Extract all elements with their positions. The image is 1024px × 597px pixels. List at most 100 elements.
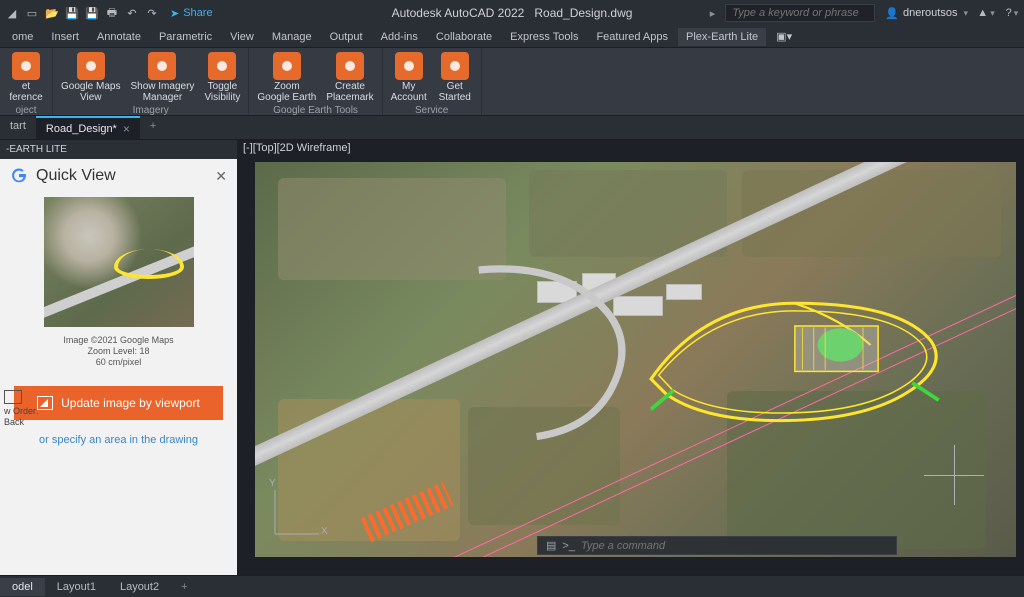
save-icon[interactable]: 💾 [64, 5, 80, 21]
drawing-viewport[interactable]: [-][Top][2D Wireframe] [237, 140, 1024, 575]
user-name: dneroutsos [903, 7, 957, 19]
user-icon: 👤 [885, 7, 899, 20]
close-icon[interactable]: ✕ [215, 168, 227, 185]
ribbon-button-label: Toggle Visibility [204, 81, 240, 103]
menu-tab-view[interactable]: View [222, 28, 262, 46]
share-label: Share [183, 7, 212, 19]
ribbon-button-label: Zoom Google Earth [257, 81, 316, 103]
menu-tab-annotate[interactable]: Annotate [89, 28, 149, 46]
ribbon-button-label: et ference [9, 81, 42, 103]
ribbon-button-toggle[interactable]: Toggle Visibility [200, 50, 244, 105]
title-bar: ◢ ▭ 📂 💾 💾 🖶 ↶ ↷ ➤ Share Autodesk AutoCAD… [0, 0, 1024, 26]
redo-icon[interactable]: ↷ [144, 5, 160, 21]
share-icon: ➤ [170, 7, 179, 20]
menu-tab-express-tools[interactable]: Express Tools [502, 28, 586, 46]
ribbon-panel: et ference oject Google Maps View Show Imag… [0, 48, 1024, 116]
start-tab[interactable]: tart [0, 116, 36, 139]
menu-tab-collaborate[interactable]: Collaborate [428, 28, 500, 46]
layout-tabs: odelLayout1Layout2+ [0, 575, 1024, 597]
user-menu[interactable]: 👤 dneroutsos [885, 7, 968, 20]
menu-tab-output[interactable]: Output [322, 28, 371, 46]
ribbon-button-label: Google Maps View [61, 81, 120, 103]
ribbon-button-show-imagery[interactable]: Show Imagery Manager [126, 50, 198, 105]
command-input[interactable] [581, 540, 841, 552]
ribbon-button-icon [148, 52, 176, 80]
ribbon-button-icon [273, 52, 301, 80]
open-icon[interactable]: 📂 [44, 5, 60, 21]
panel-title: Quick View [36, 167, 207, 185]
close-icon[interactable]: × [123, 122, 130, 136]
image-icon [37, 396, 53, 410]
command-prompt-icon: >_ [562, 540, 575, 552]
command-line[interactable]: ▤ >_ [537, 536, 897, 555]
menu-tab-featured-apps[interactable]: Featured Apps [588, 28, 676, 46]
ribbon-button-google-maps[interactable]: Google Maps View [57, 50, 124, 105]
new-tab-button[interactable]: + [140, 116, 166, 139]
google-logo-icon [10, 167, 28, 185]
ribbon-button-zoom[interactable]: Zoom Google Earth [253, 50, 320, 105]
ribbon-button-label: Create Placemark [326, 81, 373, 103]
menu-tab-insert[interactable]: Insert [43, 28, 87, 46]
ribbon-tabs: omeInsertAnnotateParametricViewManageOut… [0, 26, 1024, 48]
saveas-icon[interactable]: 💾 [84, 5, 100, 21]
ribbon-group-title: Service [415, 105, 448, 116]
ribbon-button-create[interactable]: Create Placemark [322, 50, 377, 105]
undo-icon[interactable]: ↶ [124, 5, 140, 21]
menu-tab-plex-earth-lite[interactable]: Plex-Earth Lite [678, 28, 766, 46]
menu-tab-ome[interactable]: ome [4, 28, 41, 46]
quick-view-panel: -EARTH LITE Quick View ✕ w Order: Back I… [0, 140, 237, 575]
satellite-imagery [255, 162, 1016, 557]
add-layout-button[interactable]: + [171, 578, 197, 596]
new-icon[interactable]: ▭ [24, 5, 40, 21]
ribbon-button-my[interactable]: My Account [387, 50, 431, 105]
app-title: Autodesk AutoCAD 2022 [392, 6, 525, 20]
ribbon-button-label: Show Imagery Manager [130, 81, 194, 103]
main-area: -EARTH LITE Quick View ✕ w Order: Back I… [0, 140, 1024, 575]
layout-tab-layout1[interactable]: Layout1 [45, 578, 108, 596]
document-tabs: tart Road_Design* × + [0, 116, 1024, 140]
ribbon-button-icon [12, 52, 40, 80]
viewport-label[interactable]: [-][Top][2D Wireframe] [243, 142, 351, 154]
x-axis-label: X [321, 526, 328, 537]
autocad-logo-icon[interactable]: ◢ [4, 5, 20, 21]
ucs-icon: Y X [265, 484, 325, 547]
y-axis-label: Y [269, 478, 276, 489]
ribbon-button-et[interactable]: et ference [4, 50, 48, 105]
command-icon: ▤ [546, 539, 556, 552]
ribbon-button-icon [395, 52, 423, 80]
window-title: Autodesk AutoCAD 2022 Road_Design.dwg [392, 6, 633, 20]
ribbon-button-icon [441, 52, 469, 80]
image-info: Image ©2021 Google Maps Zoom Level: 18 6… [0, 331, 237, 378]
menu-tab-add-ins[interactable]: Add-ins [373, 28, 426, 46]
ribbon-button-get[interactable]: Get Started [433, 50, 477, 105]
specify-area-link[interactable]: or specify an area in the drawing [0, 428, 237, 460]
ribbon-group-service: My Account Get StartedService [383, 48, 482, 115]
quick-access-toolbar: ◢ ▭ 📂 💾 💾 🖶 ↶ ↷ [4, 5, 160, 21]
share-button[interactable]: ➤ Share [170, 7, 213, 20]
file-name: Road_Design.dwg [534, 6, 632, 20]
help-icon[interactable]: ? [1004, 5, 1020, 21]
ribbon-button-icon [208, 52, 236, 80]
ribbon-group-oject: et ference oject [0, 48, 53, 115]
crosshair-cursor [924, 445, 984, 505]
layout-tab-layout2[interactable]: Layout2 [108, 578, 171, 596]
ribbon-button-icon [77, 52, 105, 80]
map-thumbnail [44, 197, 194, 327]
plot-icon[interactable]: 🖶 [104, 5, 120, 21]
ribbon-group-title: oject [15, 105, 36, 116]
layout-tab-odel[interactable]: odel [0, 578, 45, 596]
panel-header-strip: -EARTH LITE [0, 140, 237, 159]
ribbon-group-imagery: Google Maps View Show Imagery Manager Togg… [53, 48, 249, 115]
ribbon-minimize-icon[interactable]: ▣▾ [768, 27, 800, 46]
ribbon-group-title: Imagery [133, 105, 169, 116]
ribbon-button-icon [336, 52, 364, 80]
menu-tab-manage[interactable]: Manage [264, 28, 320, 46]
menu-tab-parametric[interactable]: Parametric [151, 28, 220, 46]
ribbon-group-google-earth-tools: Zoom Google Earth Create Placemark Google … [249, 48, 382, 115]
autodesk-app-icon[interactable]: ▲ [978, 5, 994, 21]
ribbon-group-title: Google Earth Tools [273, 105, 358, 116]
ribbon-button-label: My Account [391, 81, 427, 103]
help-search-input[interactable] [725, 4, 875, 22]
update-button-label: Update image by viewport [61, 396, 200, 410]
document-tab-active[interactable]: Road_Design* × [36, 116, 140, 139]
